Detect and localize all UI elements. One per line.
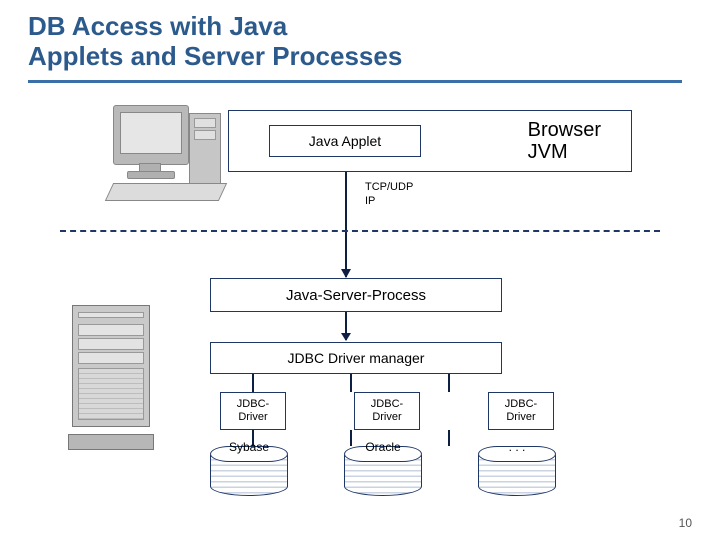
java-server-process-box: Java-Server-Process (210, 278, 502, 312)
slide-title: DB Access with Java Applets and Server P… (0, 0, 720, 78)
arrow-server-to-jdbc (345, 312, 347, 340)
jdbc-driver-row: JDBC- Driver JDBC- Driver JDBC- Driver (220, 392, 554, 430)
database-label-oracle: Oracle (344, 440, 422, 454)
database-icon: . . . (478, 446, 556, 454)
jdbc-manager-label: JDBC Driver manager (288, 350, 425, 366)
title-line-2: Applets and Server Processes (28, 41, 402, 71)
java-applet-label: Java Applet (309, 133, 381, 149)
connector-line (448, 430, 450, 446)
jdbc-driver-box: JDBC- Driver (354, 392, 420, 430)
title-line-1: DB Access with Java (28, 11, 287, 41)
title-underline (28, 80, 682, 83)
browser-jvm-label: Browser JVM (528, 119, 601, 163)
database-icon: Oracle (344, 446, 422, 454)
protocol-label: TCP/UDP IP (365, 180, 413, 209)
browser-jvm-box: Java Applet Browser JVM (228, 110, 632, 172)
database-label-sybase: Sybase (210, 440, 288, 454)
page-number: 10 (679, 516, 692, 530)
java-applet-box: Java Applet (269, 125, 421, 157)
client-computer-icon (105, 105, 225, 220)
jdbc-driver-box: JDBC- Driver (488, 392, 554, 430)
server-machine-icon (72, 305, 150, 450)
connector-line (448, 374, 450, 392)
database-icon: Sybase (210, 446, 288, 454)
connector-line (350, 374, 352, 392)
database-label-etc: . . . (478, 440, 556, 454)
jdbc-manager-box: JDBC Driver manager (210, 342, 502, 374)
connector-line (252, 374, 254, 392)
protocol-line-1: TCP/UDP (365, 180, 413, 194)
database-row: Sybase Oracle . . . (210, 446, 556, 454)
jdbc-driver-box: JDBC- Driver (220, 392, 286, 430)
arrow-applet-to-server (345, 172, 347, 277)
java-server-process-label: Java-Server-Process (286, 287, 426, 304)
network-boundary-line (60, 230, 660, 232)
protocol-line-2: IP (365, 194, 413, 208)
